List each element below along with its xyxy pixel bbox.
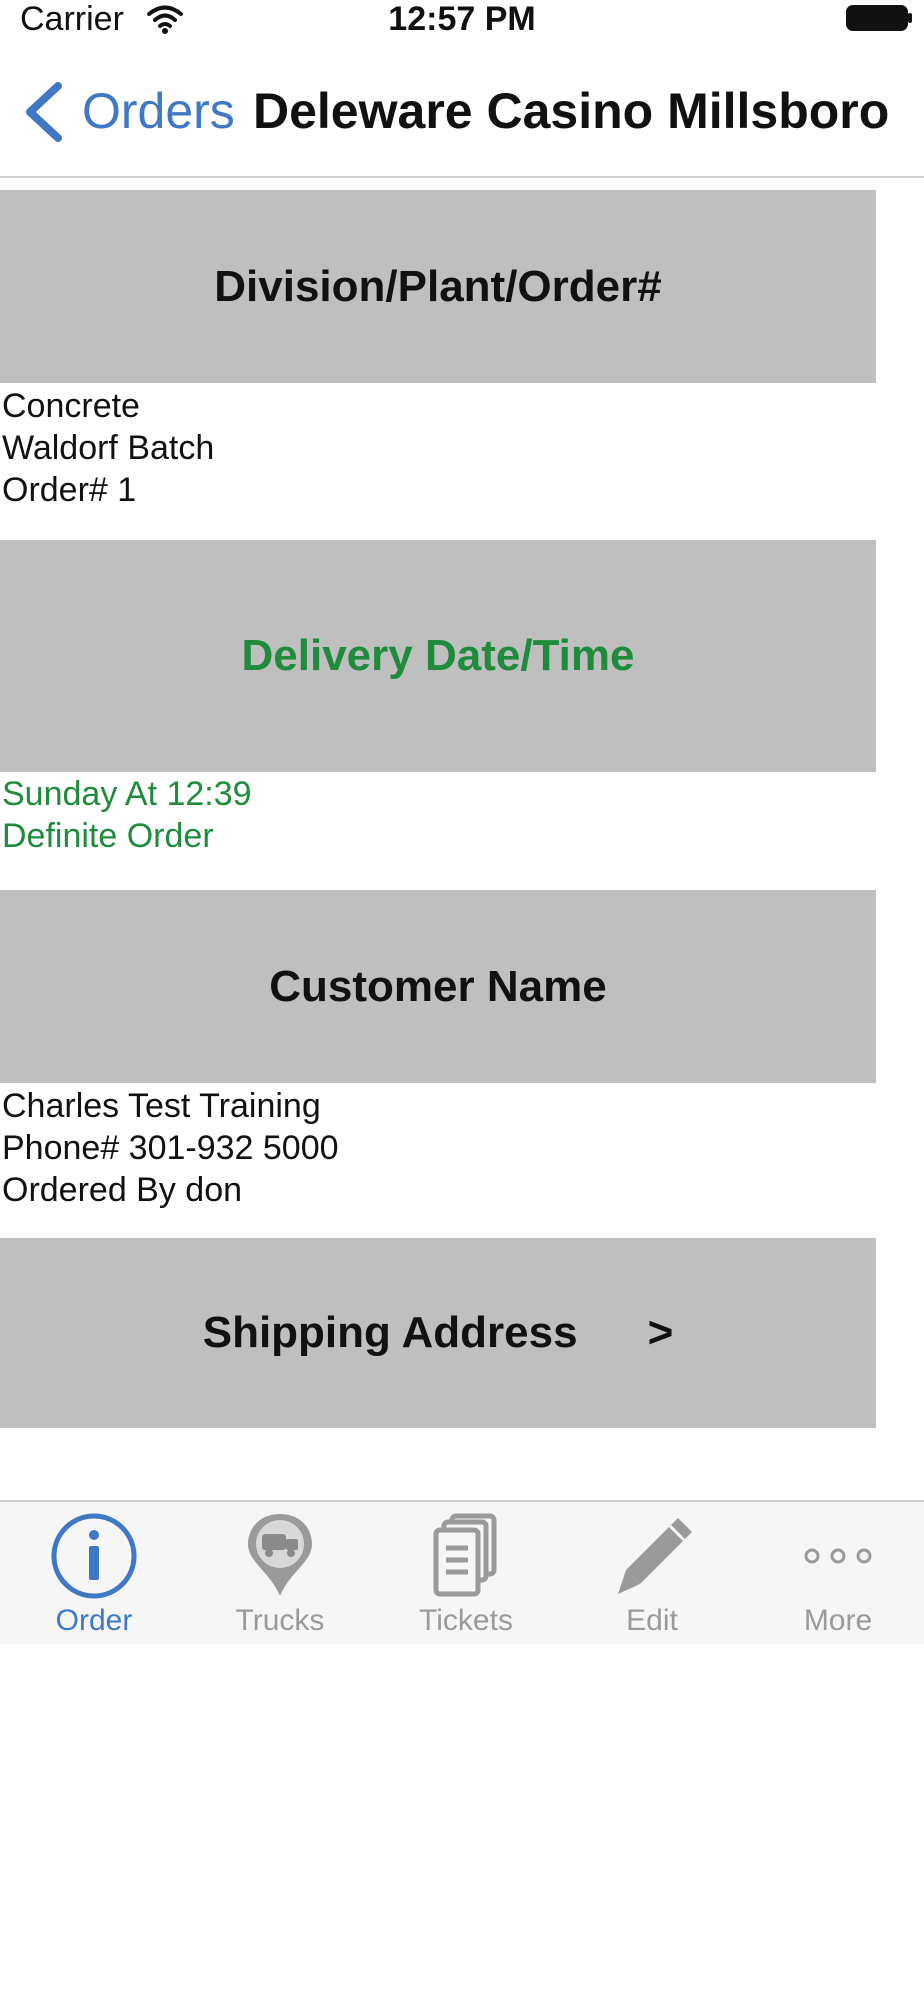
tab-edit-label: Edit	[626, 1604, 678, 1637]
more-dots-icon	[804, 1548, 872, 1564]
order-type-line: Definite Order	[2, 817, 214, 855]
back-chevron-icon[interactable]	[22, 82, 66, 142]
battery-icon	[846, 5, 912, 31]
delivery-header-label: Delivery Date/Time	[241, 631, 635, 680]
back-button[interactable]: Orders	[82, 80, 235, 142]
shipping-header-label: Shipping Address	[202, 1308, 578, 1357]
plant-line: Waldorf Batch	[2, 429, 215, 467]
division-header-label: Division/Plant/Order#	[214, 261, 662, 311]
tab-more-label: More	[803, 1604, 873, 1637]
order-number-line: Order# 1	[2, 471, 137, 509]
shipping-address-button[interactable]: Shipping Address >	[0, 1238, 876, 1428]
customer-header-label: Customer Name	[269, 961, 607, 1011]
customer-name-line: Charles Test Training	[2, 1087, 321, 1125]
status-bar: Carrier 12:57 PM	[0, 0, 924, 40]
tab-order[interactable]: Order	[2, 1500, 186, 1642]
pencil-icon	[618, 1518, 692, 1594]
chevron-right-icon: >	[647, 1308, 674, 1357]
division-section-header: Division/Plant/Order#	[0, 190, 876, 383]
truck-pin-icon	[248, 1514, 312, 1596]
tab-order-label: Order	[55, 1604, 133, 1637]
delivery-section-header: Delivery Date/Time	[0, 540, 876, 772]
page-title: Deleware Casino Millsboro	[253, 83, 890, 139]
division-line-1: Concrete	[2, 387, 140, 425]
tab-edit[interactable]: Edit	[560, 1500, 744, 1642]
customer-section-header: Customer Name	[0, 890, 876, 1083]
clock: 12:57 PM	[388, 0, 536, 38]
ordered-by-line: Ordered By don	[2, 1171, 243, 1209]
tab-trucks[interactable]: Trucks	[188, 1500, 372, 1642]
customer-phone-line: Phone# 301-932 5000	[2, 1129, 339, 1167]
delivery-time-line: Sunday At 12:39	[2, 775, 252, 813]
tickets-stack-icon	[433, 1513, 497, 1597]
tab-trucks-label: Trucks	[235, 1604, 325, 1637]
tab-tickets[interactable]: Tickets	[374, 1500, 558, 1642]
tab-more[interactable]: More	[746, 1500, 924, 1642]
tab-tickets-label: Tickets	[419, 1604, 513, 1637]
info-circle-icon	[51, 1513, 137, 1599]
